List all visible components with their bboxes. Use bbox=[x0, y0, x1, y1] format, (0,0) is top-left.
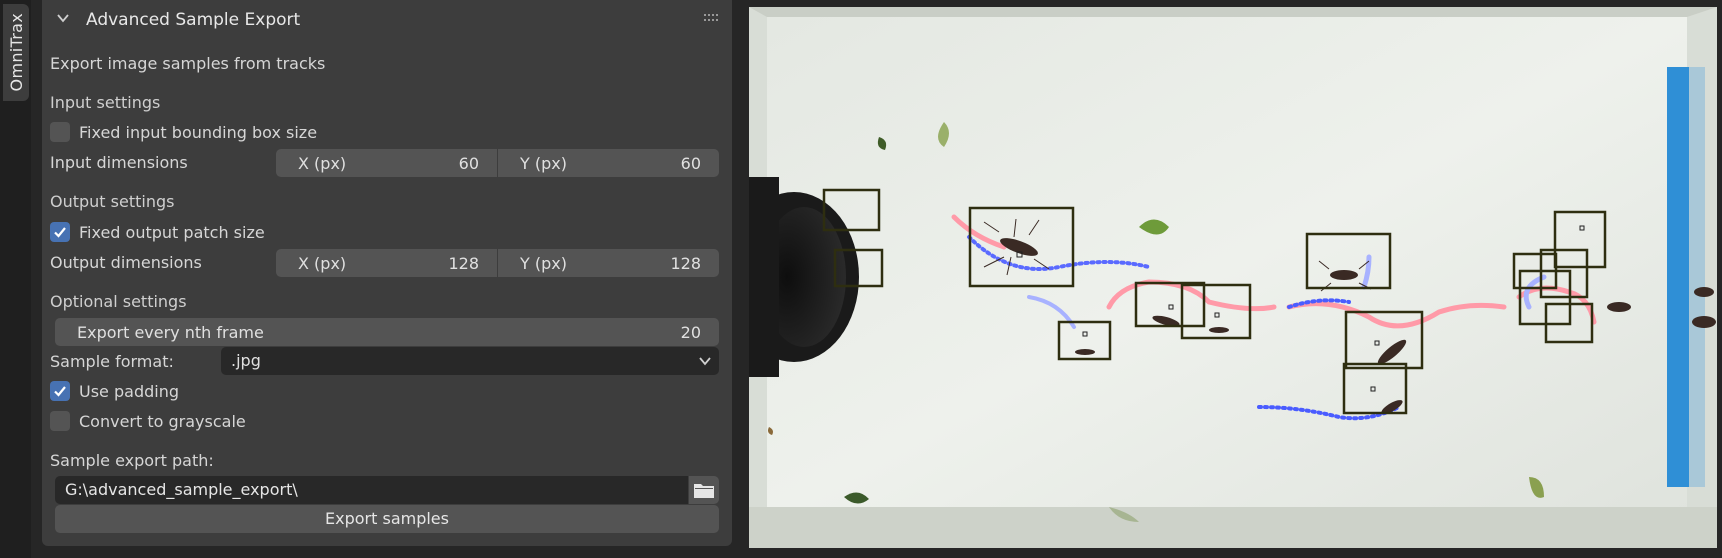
nth-frame-field[interactable]: Export every nth frame 20 bbox=[55, 318, 719, 346]
tracking-frame-image[interactable] bbox=[749, 7, 1717, 548]
checkmark-icon bbox=[54, 227, 66, 238]
checkmark-icon bbox=[54, 386, 66, 397]
input-dimensions-label: Input dimensions bbox=[50, 153, 188, 172]
chevron-down-icon bbox=[699, 357, 711, 366]
tab-label: OmniTrax bbox=[6, 13, 26, 92]
output-y-value: 128 bbox=[670, 254, 701, 273]
tab-strip: OmniTrax bbox=[0, 0, 31, 558]
folder-icon bbox=[694, 484, 714, 498]
drag-handle-icon[interactable] bbox=[704, 13, 720, 23]
nth-frame-value: 20 bbox=[680, 323, 701, 342]
panel-description: Export image samples from tracks bbox=[50, 54, 326, 73]
input-x-value: 60 bbox=[458, 154, 479, 173]
output-y-label: Y (px) bbox=[520, 254, 567, 273]
fixed-input-label: Fixed input bounding box size bbox=[79, 123, 318, 142]
fixed-output-label: Fixed output patch size bbox=[79, 223, 265, 242]
panel-header[interactable]: Advanced Sample Export bbox=[42, 0, 732, 38]
export-path-input[interactable]: G:\advanced_sample_export\ bbox=[55, 476, 688, 504]
use-padding-label: Use padding bbox=[79, 382, 179, 401]
fixed-input-checkbox[interactable] bbox=[50, 122, 70, 142]
input-y-field[interactable]: Y (px) 60 bbox=[498, 149, 719, 177]
sidebar: Advanced Sample Export Export image samp… bbox=[31, 0, 732, 558]
output-dimensions-label: Output dimensions bbox=[50, 253, 202, 272]
sample-format-select[interactable]: .jpg bbox=[221, 347, 719, 375]
video-viewport[interactable] bbox=[732, 0, 1722, 558]
grayscale-checkbox[interactable] bbox=[50, 411, 70, 431]
input-x-field[interactable]: X (px) 60 bbox=[276, 149, 497, 177]
browse-folder-button[interactable] bbox=[689, 476, 719, 504]
sample-format-label: Sample format: bbox=[50, 352, 174, 371]
optional-settings-heading: Optional settings bbox=[50, 292, 187, 311]
export-samples-button[interactable]: Export samples bbox=[55, 505, 719, 533]
nth-frame-label: Export every nth frame bbox=[77, 323, 264, 342]
input-settings-heading: Input settings bbox=[50, 93, 161, 112]
panel-title: Advanced Sample Export bbox=[86, 10, 301, 30]
input-y-label: Y (px) bbox=[520, 154, 567, 173]
export-path-value: G:\advanced_sample_export\ bbox=[65, 480, 298, 499]
export-path-label: Sample export path: bbox=[50, 451, 214, 470]
grayscale-label: Convert to grayscale bbox=[79, 412, 246, 431]
output-settings-heading: Output settings bbox=[50, 192, 175, 211]
fixed-output-checkbox[interactable] bbox=[50, 222, 70, 242]
input-x-label: X (px) bbox=[298, 154, 347, 173]
output-x-label: X (px) bbox=[298, 254, 347, 273]
output-x-value: 128 bbox=[448, 254, 479, 273]
sample-format-value: .jpg bbox=[231, 351, 261, 370]
tab-omnitrax[interactable]: OmniTrax bbox=[3, 4, 29, 101]
output-y-field[interactable]: Y (px) 128 bbox=[498, 249, 719, 277]
input-y-value: 60 bbox=[680, 154, 701, 173]
chevron-down-icon[interactable] bbox=[56, 11, 70, 25]
use-padding-checkbox[interactable] bbox=[50, 381, 70, 401]
output-x-field[interactable]: X (px) 128 bbox=[276, 249, 497, 277]
